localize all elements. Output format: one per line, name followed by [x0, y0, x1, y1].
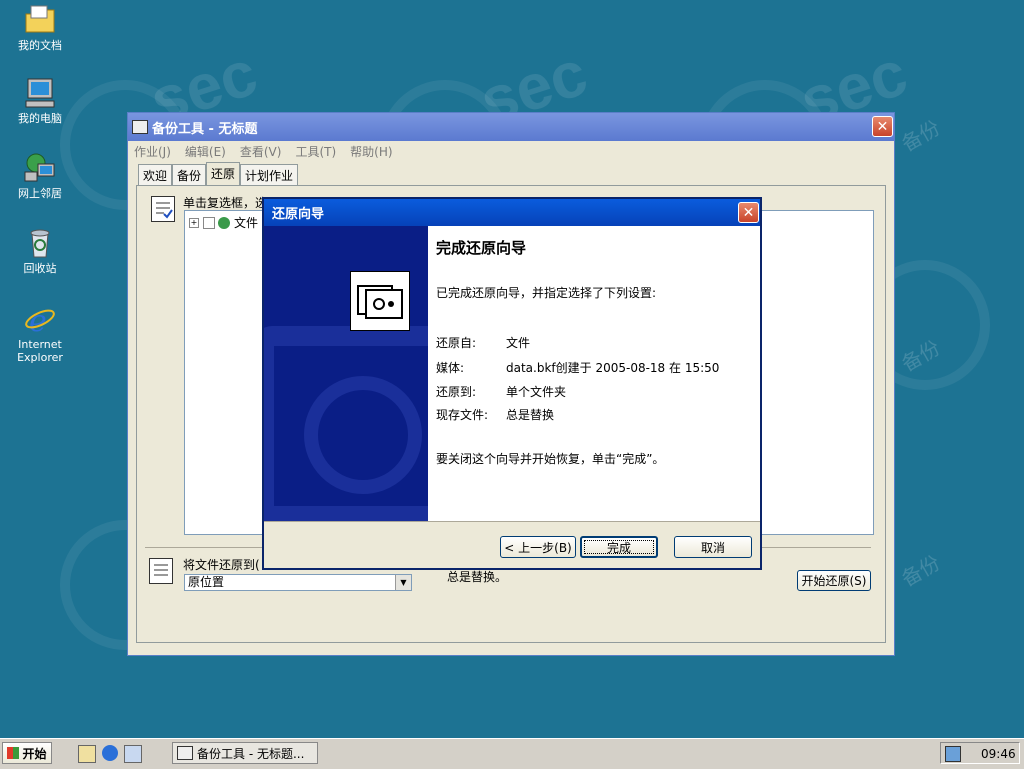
recycle-bin-icon: [23, 227, 57, 259]
summary-value: 单个文件夹: [506, 385, 567, 399]
dialog-separator: [264, 521, 760, 522]
menu-item-job[interactable]: 作业(J): [134, 143, 171, 160]
desktop-icon-label: 回收站: [23, 262, 57, 275]
network-tray-icon[interactable]: [945, 746, 961, 762]
start-label: 开始: [22, 746, 47, 761]
network-icon: [23, 152, 57, 184]
tab-schedule[interactable]: 计划作业: [240, 164, 299, 185]
desktop-icon-label: Internet Explorer: [17, 338, 63, 364]
tree-item-file[interactable]: + 文件: [189, 214, 258, 231]
summary-row: 现存文件: 总是替换: [436, 406, 554, 423]
dialog-titlebar[interactable]: 还原向导: [264, 199, 760, 226]
close-icon: ✕: [742, 204, 755, 221]
windows-logo-icon: [7, 747, 20, 759]
start-restore-button[interactable]: 开始还原(S): [797, 570, 871, 591]
desktop-icon-my-computer[interactable]: 我的电脑: [6, 77, 74, 125]
tab-backup[interactable]: 备份: [172, 164, 207, 185]
desktop-icon-label: 我的文档: [18, 39, 62, 52]
summary-value: 总是替换: [506, 408, 555, 422]
system-tray: 09:46: [940, 742, 1020, 764]
desktop-icon-my-documents[interactable]: 我的文档: [6, 4, 74, 52]
start-button[interactable]: 开始: [2, 742, 52, 764]
clock[interactable]: 09:46: [981, 747, 1016, 761]
watermark-cn: 备份: [897, 550, 945, 592]
show-desktop-icon[interactable]: [78, 745, 96, 763]
summary-key: 现存文件:: [436, 408, 489, 422]
summary-value: 文件: [506, 336, 531, 350]
tab-welcome[interactable]: 欢迎: [138, 164, 173, 185]
taskbar-item-label: 备份工具 - 无标题...: [197, 746, 305, 761]
summary-key: 媒体:: [436, 361, 465, 375]
wizard-side-banner: [264, 226, 428, 521]
expand-icon[interactable]: +: [189, 217, 199, 228]
wizard-closing-text: 要关闭这个向导并开始恢复，单击“完成”。: [436, 452, 665, 466]
menu-item-edit[interactable]: 编辑(E): [185, 143, 226, 160]
back-button[interactable]: < 上一步(B): [500, 536, 576, 558]
menu-bar: 作业(J) 编辑(E) 查看(V) 工具(T) 帮助(H): [128, 141, 894, 161]
media-icon: [218, 216, 230, 229]
notepad-icon: [149, 558, 173, 584]
finish-button[interactable]: 完成: [580, 536, 658, 558]
close-icon: ✕: [876, 118, 889, 135]
watermark-cn: 备份: [897, 115, 945, 157]
menu-item-tools[interactable]: 工具(T): [295, 143, 336, 160]
summary-row: 媒体: data.bkf创建于 2005-08-18 在 15:50: [436, 359, 719, 376]
internet-explorer-icon: e: [23, 303, 57, 339]
backup-app-icon: [132, 120, 148, 134]
cancel-button[interactable]: 取消: [674, 536, 752, 558]
wizard-intro: 已完成还原向导，并指定选择了下列设置:: [436, 286, 657, 300]
restore-wizard-dialog: 还原向导 ✕ 完成还原向导 已完成还原向导，并指定选择了下列设置: 还原自: 文…: [262, 197, 762, 570]
checkbox[interactable]: [203, 216, 215, 229]
summary-row: 还原自: 文件: [436, 334, 530, 351]
taskbar-item-backup[interactable]: 备份工具 - 无标题...: [172, 742, 318, 764]
dialog-title: 还原向导: [272, 207, 325, 222]
existing-files-text: 总是替换。: [447, 570, 508, 584]
wizard-heading: 完成还原向导: [436, 239, 527, 257]
window-close-button[interactable]: ✕: [872, 116, 893, 137]
banner-decoration: [304, 376, 422, 494]
backup-tape-icon: [350, 271, 410, 331]
window-title: 备份工具 - 无标题: [152, 121, 258, 137]
dialog-close-button[interactable]: ✕: [738, 202, 759, 223]
summary-value: data.bkf创建于 2005-08-18 在 15:50: [506, 361, 720, 375]
menu-item-view[interactable]: 查看(V): [240, 143, 282, 160]
desktop-icon-network[interactable]: 网上邻居: [6, 152, 74, 200]
tab-strip: 欢迎 备份 还原 计划作业: [138, 162, 299, 187]
checklist-icon: [151, 196, 175, 222]
menu-item-help[interactable]: 帮助(H): [350, 143, 392, 160]
summary-key: 还原自:: [436, 336, 477, 350]
desktop-icon-label: 网上邻居: [18, 187, 62, 200]
tab-restore[interactable]: 还原: [206, 162, 241, 185]
tree-item-label: 文件: [234, 216, 259, 230]
quick-launch: [78, 745, 142, 763]
restore-location-value: 原位置: [188, 575, 225, 589]
folder-icon: [23, 4, 57, 36]
desktop-icon-recycle-bin[interactable]: 回收站: [6, 227, 74, 275]
restore-location-select[interactable]: 原位置 ▼: [184, 574, 412, 591]
chevron-down-icon[interactable]: ▼: [395, 575, 411, 590]
restore-to-label: 将文件还原到(: [183, 558, 260, 572]
backup-app-icon: [177, 746, 193, 760]
instruction-text: 单击复选框，选: [183, 196, 268, 210]
outlook-icon[interactable]: [124, 745, 142, 763]
computer-icon: [23, 77, 57, 109]
taskbar: 开始 备份工具 - 无标题... 09:46: [0, 738, 1024, 769]
desktop-icon-label: 我的电脑: [18, 112, 62, 125]
svg-text:e: e: [29, 304, 47, 335]
desktop-icon-internet-explorer[interactable]: e Internet Explorer: [6, 303, 74, 364]
internet-explorer-icon[interactable]: [102, 745, 118, 761]
wizard-content: 完成还原向导 已完成还原向导，并指定选择了下列设置: 还原自: 文件 媒体: d…: [428, 226, 760, 521]
summary-row: 还原到: 单个文件夹: [436, 383, 566, 400]
summary-key: 还原到:: [436, 385, 477, 399]
window-titlebar[interactable]: 备份工具 - 无标题: [128, 113, 894, 141]
